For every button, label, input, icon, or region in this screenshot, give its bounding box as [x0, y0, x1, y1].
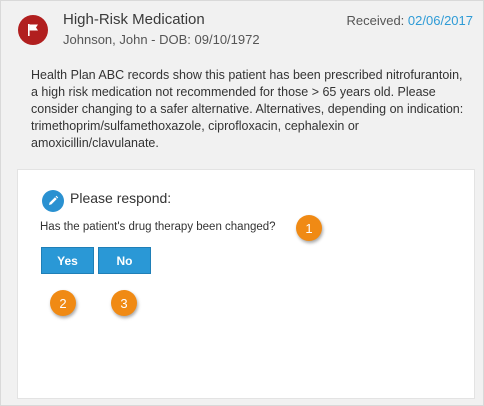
received-info: Received: 02/06/2017: [346, 13, 473, 28]
received-date: 02/06/2017: [407, 13, 473, 28]
received-label: Received:: [346, 13, 405, 28]
yes-button[interactable]: Yes: [41, 247, 94, 274]
patient-info: Johnson, John - DOB: 09/10/1972: [63, 32, 260, 47]
no-button[interactable]: No: [98, 247, 151, 274]
respond-heading: Please respond:: [70, 190, 172, 206]
therapy-question: Has the patient's drug therapy been chan…: [40, 221, 276, 233]
flag-icon: [18, 15, 48, 45]
alert-message: Health Plan ABC records show this patien…: [31, 68, 464, 150]
pencil-icon: [42, 190, 64, 212]
alert-card: High-Risk Medication Johnson, John - DOB…: [0, 0, 484, 406]
response-panel: Please respond: Has the patient's drug t…: [17, 169, 475, 399]
callout-2-badge: 2: [50, 290, 76, 316]
callout-3-badge: 3: [111, 290, 137, 316]
alert-title: High-Risk Medication: [63, 11, 205, 28]
callout-1-badge: 1: [296, 215, 322, 241]
